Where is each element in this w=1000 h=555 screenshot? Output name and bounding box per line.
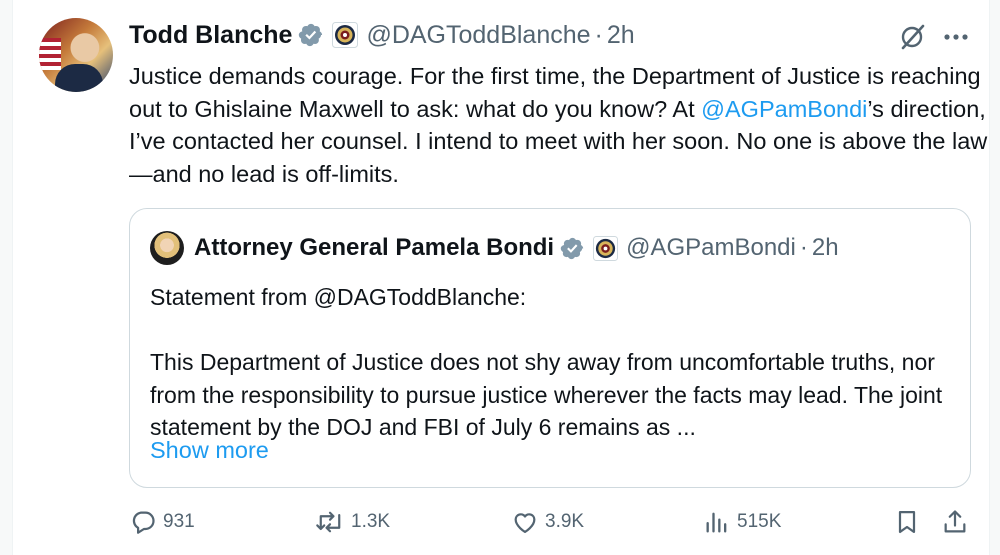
like-icon — [511, 508, 539, 536]
tweet-mention[interactable]: @AGPamBondi — [701, 96, 867, 122]
repost-button[interactable]: 1.3K — [315, 508, 390, 536]
tweet-text: Justice demands courage. For the first t… — [129, 60, 989, 190]
views-count: 515K — [737, 511, 782, 532]
avatar-suit — [55, 64, 103, 92]
quoted-paragraph: This Department of Justice does not shy … — [150, 349, 943, 440]
show-more-link[interactable]: Show more — [150, 437, 269, 464]
author-handle[interactable]: @DAGToddBlanche — [366, 21, 590, 50]
quoted-author-avatar[interactable] — [150, 231, 184, 265]
tweet-time[interactable]: 2h — [607, 21, 635, 50]
quoted-tweet[interactable]: Attorney General Pamela Bondi @AGPamBond… — [129, 208, 971, 488]
quoted-line-1: Statement from @DAGToddBlanche: — [150, 284, 527, 310]
quoted-author-handle[interactable]: @AGPamBondi — [626, 234, 796, 262]
author-avatar[interactable] — [39, 18, 113, 92]
quoted-tweet-time[interactable]: 2h — [812, 234, 839, 262]
tweet-card[interactable]: Todd Blanche @DAGToddBlanche · 2h Justic… — [12, 0, 990, 555]
doj-seal-icon[interactable] — [332, 22, 359, 48]
verified-badge-icon[interactable] — [560, 236, 585, 261]
views-icon — [703, 508, 731, 536]
repost-count: 1.3K — [351, 511, 391, 532]
like-count: 3.9K — [545, 511, 585, 532]
views-button[interactable]: 515K — [703, 508, 781, 536]
tweet-header: Todd Blanche @DAGToddBlanche · 2h — [129, 20, 635, 50]
bookmark-button[interactable] — [893, 508, 921, 536]
like-button[interactable]: 3.9K — [511, 508, 584, 536]
quoted-tweet-text: Statement from @DAGToddBlanche: This Dep… — [150, 281, 960, 444]
reply-button[interactable]: 931 — [129, 508, 195, 536]
more-icon[interactable] — [941, 22, 971, 52]
bookmark-icon — [893, 508, 921, 536]
action-bar: 931 1.3K 3.9K 515K — [129, 508, 969, 542]
reply-icon — [129, 508, 157, 536]
quoted-author-name[interactable]: Attorney General Pamela Bondi — [194, 234, 554, 262]
repost-icon — [315, 508, 345, 536]
quoted-header: Attorney General Pamela Bondi @AGPamBond… — [194, 233, 839, 263]
share-button[interactable] — [941, 508, 969, 536]
verified-badge-icon[interactable] — [298, 22, 324, 48]
author-name[interactable]: Todd Blanche — [129, 21, 292, 50]
header-separator: · — [594, 20, 603, 49]
avatar-flag — [39, 38, 61, 70]
reply-count: 931 — [163, 511, 195, 532]
doj-seal-icon[interactable] — [593, 235, 619, 261]
share-icon — [941, 508, 969, 536]
quoted-header-separator: · — [799, 234, 808, 261]
grok-icon[interactable] — [897, 22, 927, 52]
